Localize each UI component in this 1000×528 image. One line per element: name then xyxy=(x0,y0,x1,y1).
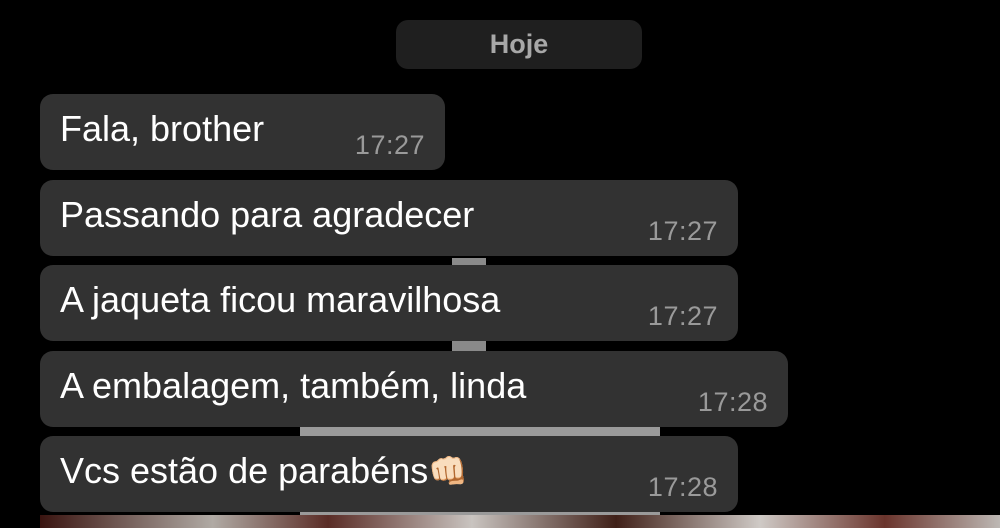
message-text: Vcs estão de parabéns xyxy=(60,450,429,491)
message-bubble[interactable]: Fala, brother 17:27 xyxy=(40,94,445,170)
message-timestamp: 17:28 xyxy=(697,387,768,417)
fist-bump-emoji-icon: 👊🏻 xyxy=(428,453,469,489)
message-bubble[interactable]: Vcs estão de parabéns👊🏻 17:28 xyxy=(40,436,738,512)
wallpaper-strip xyxy=(40,515,1000,528)
message-bubble[interactable]: A embalagem, também, linda 17:28 xyxy=(40,351,788,427)
message-text: Fala, brother xyxy=(60,108,265,149)
date-separator: Hoje xyxy=(396,20,642,69)
message-timestamp: 17:27 xyxy=(647,216,718,246)
message-timestamp: 17:27 xyxy=(647,301,718,331)
message-bubble[interactable]: A jaqueta ficou maravilhosa 17:27 xyxy=(40,265,738,341)
message-timestamp: 17:28 xyxy=(647,472,718,502)
chat-screen: Hoje Fala, brother 17:27 Passando para a… xyxy=(0,0,1000,528)
message-text: A jaqueta ficou maravilhosa xyxy=(60,279,501,320)
date-label: Hoje xyxy=(489,29,549,59)
message-text: A embalagem, também, linda xyxy=(60,365,527,406)
message-bubble[interactable]: Passando para agradecer 17:27 xyxy=(40,180,738,256)
message-timestamp: 17:27 xyxy=(354,130,425,160)
message-text-with-emoji: Vcs estão de parabéns👊🏻 xyxy=(60,450,468,492)
message-text: Passando para agradecer xyxy=(60,194,475,235)
